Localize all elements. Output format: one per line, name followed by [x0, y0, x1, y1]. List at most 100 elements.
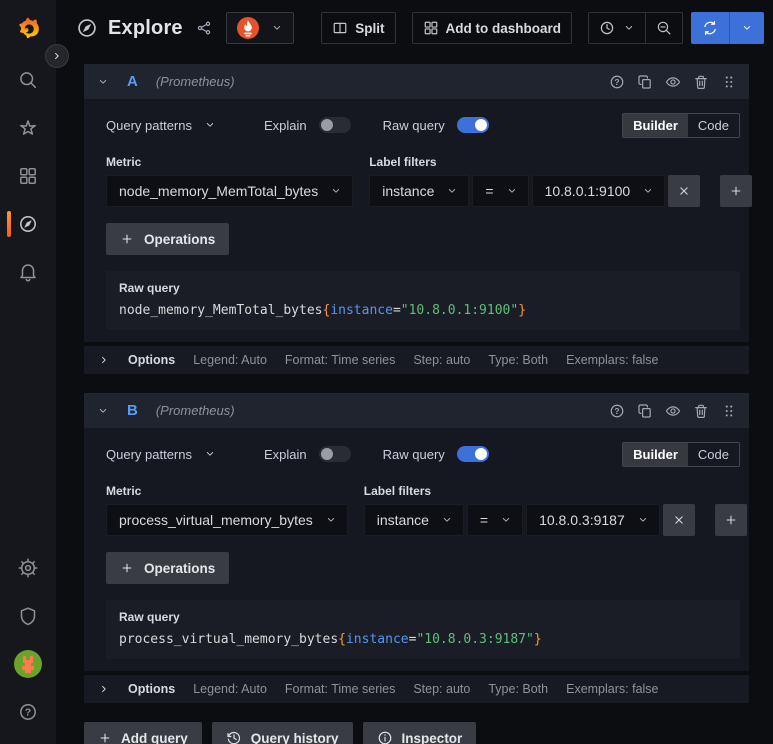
promql-label: instance: [330, 303, 393, 318]
builder-mode-button[interactable]: Builder: [623, 442, 688, 466]
sidebar-item-alerting[interactable]: [18, 262, 38, 282]
metric-select[interactable]: node_memory_MemTotal_bytes: [106, 175, 354, 207]
datasource-picker[interactable]: [225, 12, 294, 44]
label-value-select[interactable]: 10.8.0.1:9100: [531, 175, 666, 207]
sidebar: [0, 0, 56, 744]
query-datasource-name: (Prometheus): [155, 74, 235, 89]
explain-toggle[interactable]: [318, 117, 351, 133]
chevron-down-icon: [325, 514, 337, 526]
label-operator-value: =: [479, 512, 489, 528]
zoom-out-time-button[interactable]: [645, 13, 682, 43]
clock-icon: [599, 20, 615, 36]
drag-handle-icon[interactable]: [721, 403, 737, 419]
query-row-header[interactable]: A (Prometheus): [84, 64, 749, 99]
sidebar-item-help[interactable]: [18, 702, 38, 722]
time-picker-button[interactable]: [589, 13, 645, 43]
metric-select[interactable]: process_virtual_memory_bytes: [106, 504, 348, 536]
raw-query-expression: node_memory_MemTotal_bytes{instance="10.…: [119, 303, 726, 318]
code-mode-button[interactable]: Code: [688, 114, 739, 137]
chevron-down-icon: [500, 514, 512, 526]
builder-fields: Metric process_virtual_memory_bytes Labe…: [106, 484, 747, 536]
sidebar-item-explore[interactable]: [18, 214, 38, 234]
sidebar-item-server-admin[interactable]: [18, 606, 38, 626]
user-avatar[interactable]: [14, 650, 42, 678]
query-editor-toolbar: Query patterns Explain Raw query Builder…: [106, 438, 740, 470]
chevron-down-icon: [623, 22, 635, 34]
toggle-visibility-icon[interactable]: [665, 74, 681, 90]
columns-icon: [332, 20, 348, 36]
explore-toolbar: Explore Split Add to dashboard: [56, 0, 773, 56]
share-icon[interactable]: [196, 20, 212, 36]
add-to-dashboard-button[interactable]: Add to dashboard: [411, 12, 572, 44]
editor-mode-switcher: Builder Code: [622, 441, 740, 467]
label-filters-label: Label filters: [369, 155, 437, 169]
raw-query-preview: Raw query node_memory_MemTotal_bytes{ins…: [106, 271, 740, 330]
sidebar-item-dashboards[interactable]: [18, 166, 38, 186]
add-operation-button[interactable]: Operations: [106, 552, 230, 584]
raw-query-toggle[interactable]: [456, 117, 489, 133]
refresh-interval-dropdown[interactable]: [729, 12, 764, 44]
add-filter-button[interactable]: [714, 504, 747, 536]
remove-filter-button[interactable]: [662, 504, 695, 536]
grafana-explore-app: Explore Split Add to dashboard A (Promet…: [0, 0, 773, 744]
apps-icon: [423, 20, 439, 36]
time-picker-group: [588, 12, 683, 44]
query-help-icon[interactable]: [609, 403, 625, 419]
raw-query-toggle[interactable]: [456, 446, 489, 462]
add-operation-button[interactable]: Operations: [106, 223, 230, 255]
query-patterns-dropdown[interactable]: Query patterns: [106, 118, 216, 133]
raw-query-expression: process_virtual_memory_bytes{instance="1…: [119, 632, 726, 647]
code-mode-button[interactable]: Code: [688, 443, 739, 466]
sidebar-item-favorites[interactable]: [18, 118, 38, 138]
drag-handle-icon[interactable]: [721, 74, 737, 90]
duplicate-query-icon[interactable]: [637, 74, 653, 90]
metric-value: process_virtual_memory_bytes: [119, 512, 313, 528]
sidebar-item-settings[interactable]: [18, 558, 38, 578]
options-title: Options: [128, 682, 176, 696]
label-name-select[interactable]: instance: [363, 504, 464, 536]
query-ref-id: A: [127, 73, 138, 90]
label-filters-field: Label filters instance = 10.8.: [363, 484, 747, 536]
delete-query-icon[interactable]: [693, 74, 709, 90]
builder-mode-button[interactable]: Builder: [623, 113, 688, 137]
label-name-select[interactable]: instance: [369, 175, 470, 207]
label-value-select[interactable]: 10.8.0.3:9187: [526, 504, 660, 536]
explain-toggle[interactable]: [318, 446, 351, 462]
editor-mode-switcher: Builder Code: [622, 112, 740, 138]
plus-icon: [120, 561, 134, 575]
sidebar-item-search[interactable]: [18, 70, 38, 90]
duplicate-query-icon[interactable]: [637, 403, 653, 419]
query-options-collapsible[interactable]: Options Legend: Auto Format: Time series…: [84, 675, 749, 703]
remove-filter-button[interactable]: [668, 175, 701, 207]
query-editor-body: Query patterns Explain Raw query Builder…: [84, 428, 749, 671]
grafana-logo-icon[interactable]: [14, 13, 42, 41]
toggle-knob: [320, 448, 333, 460]
delete-query-icon[interactable]: [693, 403, 709, 419]
inspector-button[interactable]: Inspector: [362, 722, 477, 744]
toggle-visibility-icon[interactable]: [665, 403, 681, 419]
chevron-down-icon: [446, 185, 458, 197]
add-query-button[interactable]: Add query: [84, 722, 202, 744]
label-value-value: 10.8.0.1:9100: [544, 183, 631, 199]
explain-label: Explain: [264, 446, 307, 462]
promql-metric: process_virtual_memory_bytes: [119, 632, 339, 647]
split-button[interactable]: Split: [321, 12, 396, 44]
explore-icon: [76, 17, 98, 39]
query-ref-id: B: [127, 402, 138, 419]
label-operator-select[interactable]: =: [472, 175, 529, 207]
add-filter-button[interactable]: [720, 175, 753, 207]
sidebar-expand-button[interactable]: [45, 44, 69, 68]
query-patterns-dropdown[interactable]: Query patterns: [106, 447, 216, 462]
query-footer-actions: Add query Query history Inspector: [84, 722, 749, 744]
query-options-collapsible[interactable]: Options Legend: Auto Format: Time series…: [84, 346, 749, 374]
run-query-button[interactable]: [691, 12, 729, 44]
query-help-icon[interactable]: [609, 74, 625, 90]
collapse-chevron-icon[interactable]: [97, 405, 109, 417]
label-operator-select[interactable]: =: [466, 504, 524, 536]
collapse-chevron-icon[interactable]: [97, 76, 109, 88]
metric-value: node_memory_MemTotal_bytes: [119, 183, 319, 199]
query-history-button[interactable]: Query history: [211, 722, 353, 744]
promql-string: "10.8.0.1:9100": [400, 303, 519, 318]
history-icon: [226, 730, 242, 744]
query-row-header[interactable]: B (Prometheus): [84, 393, 749, 428]
